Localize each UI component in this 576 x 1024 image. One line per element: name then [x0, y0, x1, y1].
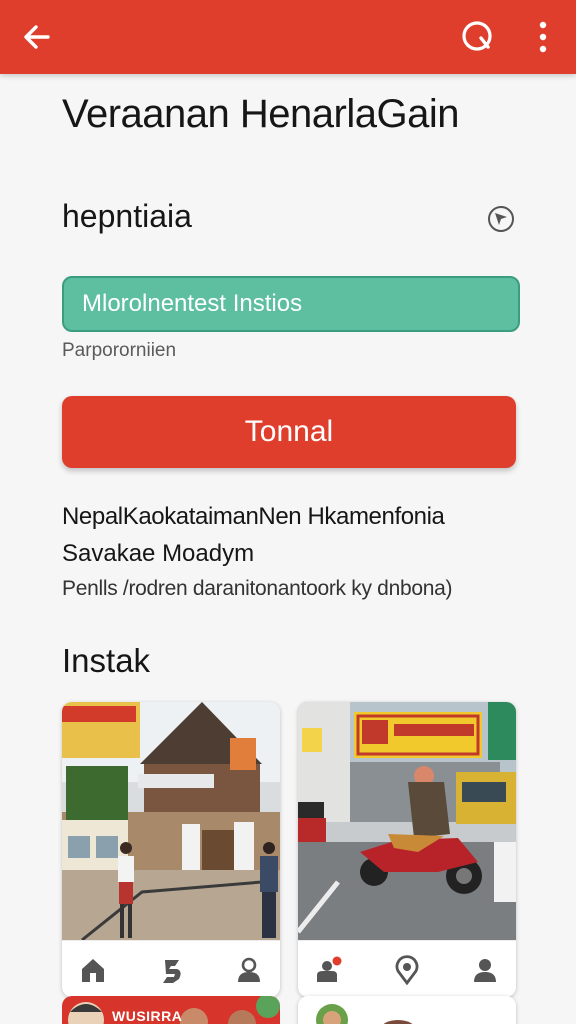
- app-bar: [0, 0, 576, 74]
- share-icon[interactable]: [157, 955, 187, 985]
- more-options-button[interactable]: [519, 13, 567, 61]
- card-banner-text: WUSIRRA: [112, 1008, 183, 1024]
- compass-icon[interactable]: [486, 204, 516, 234]
- page-title: Veraanan HenarlaGain: [62, 92, 459, 136]
- street-motorbike-photo: [298, 702, 516, 940]
- description-line-2: Savakae Moadym: [62, 540, 255, 567]
- more-vertical-icon: [539, 21, 547, 53]
- field-hint: Parpororniien: [62, 340, 177, 361]
- section-header: hepntiaia: [62, 198, 522, 242]
- gallery-card[interactable]: WUSIRRA: [62, 996, 280, 1024]
- portrait-photo: [316, 1004, 413, 1024]
- description-line-3: Penlls /rodren daranitonantoork ky dnbon…: [62, 577, 453, 600]
- person-icon[interactable]: [470, 955, 500, 985]
- primary-button[interactable]: Tonnal: [62, 396, 516, 468]
- person-icon[interactable]: [234, 955, 264, 985]
- street-building-photo: [62, 702, 280, 940]
- card-actions: [62, 940, 280, 997]
- person-notification-icon[interactable]: [314, 955, 344, 985]
- home-icon[interactable]: [78, 955, 108, 985]
- search-icon: [462, 21, 492, 51]
- card-actions: [298, 940, 516, 997]
- gallery-title: Instak: [62, 642, 151, 679]
- arrow-left-icon: [24, 25, 50, 49]
- back-button[interactable]: [13, 13, 61, 61]
- institute-field[interactable]: Mlorolnentest Instios: [62, 276, 520, 332]
- location-icon[interactable]: [392, 955, 422, 985]
- gallery-card[interactable]: [298, 996, 516, 1024]
- description-line-1: NepalKaokataimanNen Hkamenfonia: [62, 503, 445, 530]
- search-button[interactable]: [454, 13, 502, 61]
- gallery-card[interactable]: [62, 702, 280, 997]
- section-title: hepntiaia: [62, 198, 192, 234]
- gallery-card[interactable]: [298, 702, 516, 997]
